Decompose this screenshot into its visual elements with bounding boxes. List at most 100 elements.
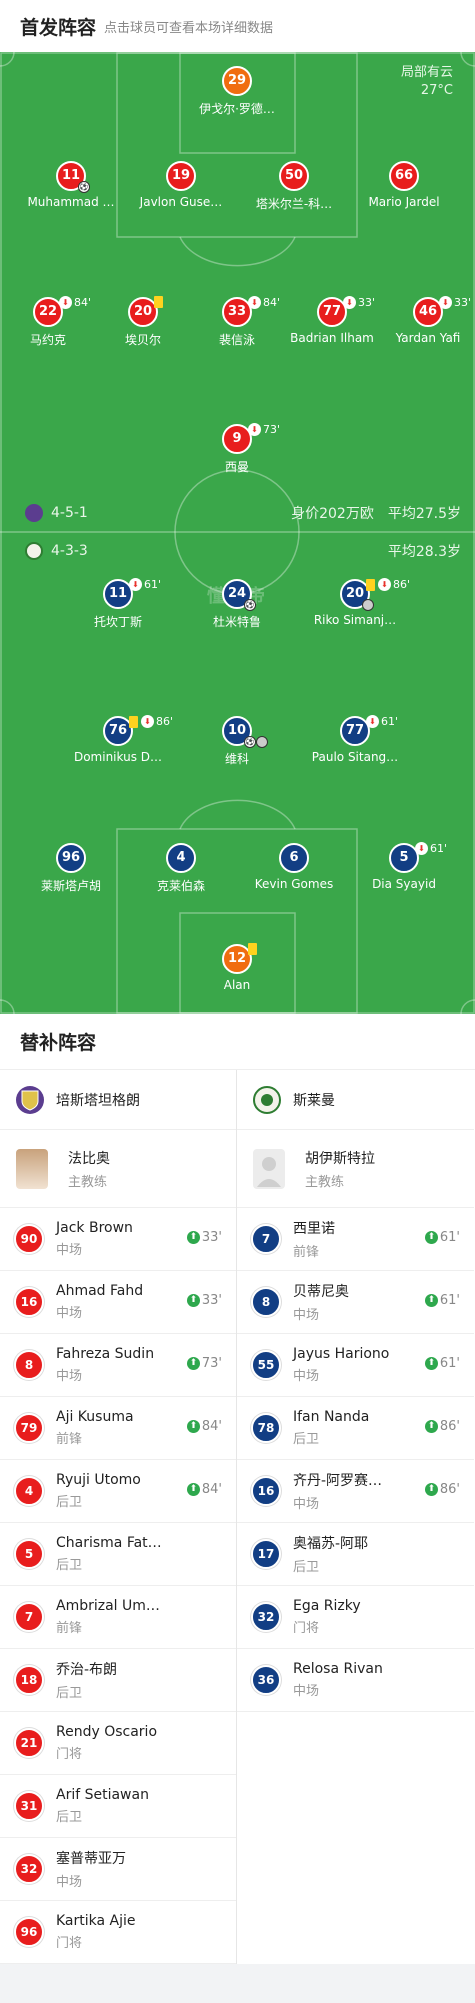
player-events: ⬇ 33' (439, 296, 471, 309)
player-name: 西曼 (224, 460, 249, 474)
away-player[interactable]: 10 ⚽ 维科 (177, 716, 297, 767)
sub-in-minute: 61' (439, 1293, 460, 1308)
home-player[interactable]: 66 Mario Jardel (344, 161, 464, 209)
away-coach[interactable]: 胡伊斯特拉 主教练 (237, 1130, 474, 1208)
home-bench-player[interactable]: 5 Charisma Fat… 后卫 (0, 1523, 236, 1586)
home-team-value: 身价202万欧 (291, 506, 374, 522)
home-bench-column: 培斯塔坦格朗 法比奥 主教练 90 Jack Brown 中场 ⬆ 33' 16 Ahmad… (0, 1070, 237, 1964)
home-bench-team[interactable]: 培斯塔坦格朗 (0, 1070, 236, 1130)
sub-out-icon: ⬇ (439, 296, 452, 309)
sub-minute: 61' (430, 842, 448, 855)
yellow-card-icon (129, 715, 138, 728)
home-bench-player[interactable]: 7 Ambrizal Um… 前锋 (0, 1586, 236, 1649)
home-player[interactable]: 50 塔米尔兰-科… (234, 161, 354, 212)
player-name: Mario Jardel (368, 195, 440, 209)
away-player[interactable]: 6 Kevin Gomes (234, 843, 354, 891)
player-name: 贝蒂尼奥 (293, 1284, 349, 1300)
jersey-number: 32 (14, 1854, 44, 1884)
player-name: Riko Simanj… (313, 613, 397, 627)
player-info: Ambrizal Um… 前锋 (56, 1598, 160, 1636)
sub-in-minute: 61' (439, 1356, 460, 1371)
yellow-card-icon (248, 943, 257, 955)
away-bench-player[interactable]: 7 西里诺 前锋 ⬆ 61' (237, 1208, 474, 1271)
home-bench-player[interactable]: 79 Aji Kusuma 前锋 ⬆ 84' (0, 1397, 236, 1460)
player-info: Relosa Rivan 中场 (293, 1661, 383, 1699)
player-name: Ambrizal Um… (56, 1598, 160, 1614)
home-team-name: 培斯塔坦格朗 (56, 1092, 140, 1109)
home-bench-player[interactable]: 8 Fahreza Sudin 中场 ⬆ 73' (0, 1334, 236, 1397)
away-player[interactable]: 5 ⬇ 61' Dia Syayid (344, 842, 464, 891)
jersey-number: 17 (251, 1539, 281, 1569)
player-name: 托坎丁斯 (93, 615, 142, 629)
player-events: ⬇ 61' (129, 578, 161, 591)
player-position: 中场 (293, 1308, 320, 1323)
away-player[interactable]: 24 ⚽ 杜米特鲁 (177, 579, 297, 630)
player-info: Ryuji Utomo 后卫 (56, 1472, 141, 1510)
home-bench-player[interactable]: 16 Ahmad Fahd 中场 ⬆ 33' (0, 1271, 236, 1334)
away-bench-player[interactable]: 8 贝蒂尼奥 中场 ⬆ 61' (237, 1271, 474, 1334)
away-player[interactable]: 12 Alan (177, 943, 297, 992)
sub-in-icon: ⬆ (186, 1231, 200, 1244)
lineup-title: 首发阵容 (20, 16, 97, 39)
home-bench-player[interactable]: 18 乔治-布朗 后卫 (0, 1649, 236, 1712)
home-player[interactable]: 9 ⬇ 73' 西曼 (177, 423, 297, 475)
sub-in-minute: 33' (201, 1230, 222, 1245)
away-player[interactable]: 4 克莱伯森 (121, 843, 241, 894)
home-coach-role: 主教练 (68, 1174, 108, 1190)
jersey-number: 50 (279, 161, 309, 191)
away-team-logo-icon (25, 542, 43, 560)
sub-out-icon: ⬇ (378, 578, 391, 591)
sub-in-icon: ⬆ (186, 1483, 200, 1496)
home-coach[interactable]: 法比奥 主教练 (0, 1130, 236, 1208)
away-player[interactable]: 76 ⬇ 86' Dominikus D… (58, 715, 178, 764)
player-name: Javlon Guse… (139, 195, 223, 209)
player-name: Kevin Gomes (254, 877, 334, 891)
home-bench-player[interactable]: 96 Kartika Ajie 门将 (0, 1901, 236, 1964)
away-bench-player[interactable]: 55 Jayus Hariono 中场 ⬆ 61' (237, 1334, 474, 1397)
home-player[interactable]: 11 ⚽ Muhammad … (11, 161, 131, 209)
away-player[interactable]: 77 ⬇ 61' Paulo Sitang… (295, 715, 415, 764)
home-player[interactable]: 46 ⬇ 33' Yardan Yafi (368, 296, 475, 345)
away-bench-player[interactable]: 36 Relosa Rivan 中场 (237, 1649, 474, 1712)
goal-ball-icon: ⚽ (244, 736, 256, 748)
sub-in-icon: ⬆ (424, 1294, 438, 1307)
home-player[interactable]: 19 Javlon Guse… (121, 161, 241, 209)
home-bench-player[interactable]: 21 Rendy Oscario 门将 (0, 1712, 236, 1775)
sub-out-icon: ⬇ (415, 842, 428, 855)
away-bench-player[interactable]: 78 Ifan Nanda 后卫 ⬆ 86' (237, 1397, 474, 1460)
player-info: 贝蒂尼奥 中场 (293, 1281, 349, 1323)
player-position: 后卫 (56, 1558, 83, 1573)
away-player[interactable]: 11 ⬇ 61' 托坎丁斯 (58, 578, 178, 630)
away-bench-team[interactable]: 斯莱曼 (237, 1070, 474, 1130)
away-bench-player[interactable]: 32 Ega Rizky 门将 (237, 1586, 474, 1649)
away-player[interactable]: 20 ⬇ 86' Riko Simanj… (295, 578, 415, 627)
player-name: 齐丹-阿罗赛… (293, 1473, 383, 1489)
jersey-number: 19 (166, 161, 196, 191)
home-coach-name: 法比奥 (68, 1150, 110, 1167)
sub-in-icon: ⬆ (424, 1483, 438, 1496)
sub-in: ⬆ 84' (186, 1482, 222, 1497)
away-bench-player[interactable]: 16 齐丹-阿罗赛… 中场 ⬆ 86' (237, 1460, 474, 1523)
away-bench-list: 7 西里诺 前锋 ⬆ 61' 8 贝蒂尼奥 中场 ⬆ 61' 55 Jayus Hariono 中场 ⬆ 6… (237, 1208, 474, 1964)
away-player[interactable]: 96 莱斯塔卢胡 (11, 843, 131, 894)
home-coach-avatar (16, 1148, 48, 1189)
player-name: Ifan Nanda (293, 1409, 370, 1425)
player-info: Jack Brown 中场 (56, 1220, 133, 1258)
away-bench-player[interactable]: 17 奥福苏-阿耶 后卫 (237, 1523, 474, 1586)
jersey-number: 66 (389, 161, 419, 191)
jersey-number: 78 (251, 1413, 281, 1443)
player-position: 门将 (56, 1747, 83, 1762)
home-bench-player[interactable]: 90 Jack Brown 中场 ⬆ 33' (0, 1208, 236, 1271)
player-info: Rendy Oscario 门将 (56, 1724, 157, 1762)
player-info: 齐丹-阿罗赛… 中场 (293, 1470, 382, 1512)
home-player[interactable]: 29 伊戈尔·罗德… (177, 66, 297, 117)
pitch: 局部有云 27°C 懂球帝 4-5-1 身价202万欧 平均27.5岁 4-3-… (0, 52, 475, 1014)
player-name: Kartika Ajie (56, 1913, 136, 1929)
home-bench-player[interactable]: 31 Arif Setiawan 后卫 (0, 1775, 236, 1838)
weather-temp: 27°C (420, 83, 453, 98)
home-bench-player[interactable]: 4 Ryuji Utomo 后卫 ⬆ 84' (0, 1460, 236, 1523)
player-name: Relosa Rivan (293, 1661, 383, 1677)
player-name: Aji Kusuma (56, 1409, 134, 1425)
jersey-number: 90 (14, 1224, 44, 1254)
home-bench-player[interactable]: 32 塞普蒂亚万 中场 (0, 1838, 236, 1901)
